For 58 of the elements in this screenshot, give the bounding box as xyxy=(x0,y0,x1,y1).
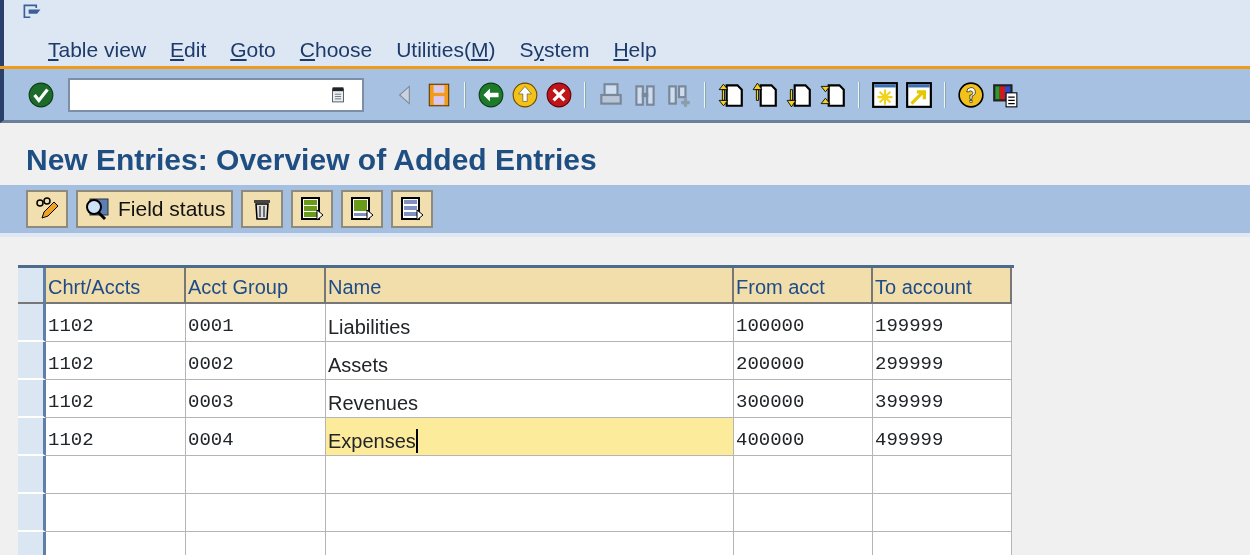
list-select-button[interactable] xyxy=(291,190,334,228)
page-title: New Entries: Overview of Added Entries xyxy=(26,142,598,178)
list-select-icon xyxy=(299,196,326,222)
menu-item[interactable]: Table view xyxy=(48,39,147,60)
table-cell[interactable]: 499999 xyxy=(873,418,1012,456)
menu-item[interactable]: Goto xyxy=(230,39,276,60)
row-selector[interactable] xyxy=(18,456,46,494)
trash-button[interactable] xyxy=(241,190,284,228)
column-header[interactable]: Name xyxy=(326,268,734,304)
field-status-button[interactable]: Field status xyxy=(76,190,234,228)
command-field[interactable] xyxy=(68,77,364,112)
table-cell[interactable]: 400000 xyxy=(734,418,873,456)
column-header[interactable]: To account xyxy=(873,268,1012,304)
row-selector[interactable] xyxy=(18,342,46,380)
table-cell[interactable]: 0001 xyxy=(186,304,326,342)
row-selector[interactable] xyxy=(18,380,46,418)
table-cell[interactable]: Expenses xyxy=(326,418,734,456)
table-cell[interactable]: 0002 xyxy=(186,342,326,380)
table-cell[interactable]: 0004 xyxy=(186,418,326,456)
table-cell[interactable]: 199999 xyxy=(873,304,1012,342)
table-cell[interactable]: 100000 xyxy=(734,304,873,342)
page-up-icon xyxy=(751,80,779,109)
help-icon xyxy=(957,80,985,109)
column-header[interactable]: Chrt/Accts xyxy=(46,268,186,304)
list-select-button[interactable] xyxy=(341,190,384,228)
pencil-glasses-icon xyxy=(34,196,60,222)
table-cell[interactable]: 200000 xyxy=(734,342,873,380)
row-selector[interactable] xyxy=(18,418,46,456)
table-cell[interactable]: 1102 xyxy=(46,304,186,342)
table-cell[interactable]: 300000 xyxy=(734,380,873,418)
menu-item[interactable]: Choose xyxy=(299,39,373,60)
cancel-icon xyxy=(545,80,573,109)
table-cell[interactable]: Liabilities xyxy=(326,304,734,342)
menu-item[interactable]: Utilities(M) xyxy=(396,39,496,60)
table-cell[interactable]: 1102 xyxy=(46,342,186,380)
list-select-icon xyxy=(349,196,376,222)
select-all-handle[interactable] xyxy=(18,268,46,304)
list-icon xyxy=(399,196,426,222)
pencil-glasses-button[interactable] xyxy=(26,190,68,228)
list-button[interactable] xyxy=(391,190,434,228)
table-cell[interactable]: 299999 xyxy=(873,342,1012,380)
table-cell[interactable]: 0003 xyxy=(186,380,326,418)
table-cell[interactable]: 1102 xyxy=(46,380,186,418)
magnifier-icon xyxy=(84,196,110,222)
table-cell[interactable]: Assets xyxy=(326,342,734,380)
column-header[interactable]: From acct xyxy=(734,268,873,304)
check-icon xyxy=(27,80,55,109)
column-header[interactable]: Acct Group xyxy=(186,268,326,304)
menu-item[interactable]: Help xyxy=(613,39,657,60)
table-cell[interactable]: 1102 xyxy=(46,418,186,456)
menu-item[interactable]: System xyxy=(519,39,590,60)
table-cell[interactable]: Revenues xyxy=(326,380,734,418)
row-selector[interactable] xyxy=(18,304,46,342)
menu-item[interactable]: Edit xyxy=(170,39,207,60)
arrow-up-circle-icon xyxy=(511,80,539,109)
table-cell[interactable]: 399999 xyxy=(873,380,1012,418)
row-selector[interactable] xyxy=(18,494,46,532)
arrow-left-circle-icon xyxy=(477,80,505,109)
